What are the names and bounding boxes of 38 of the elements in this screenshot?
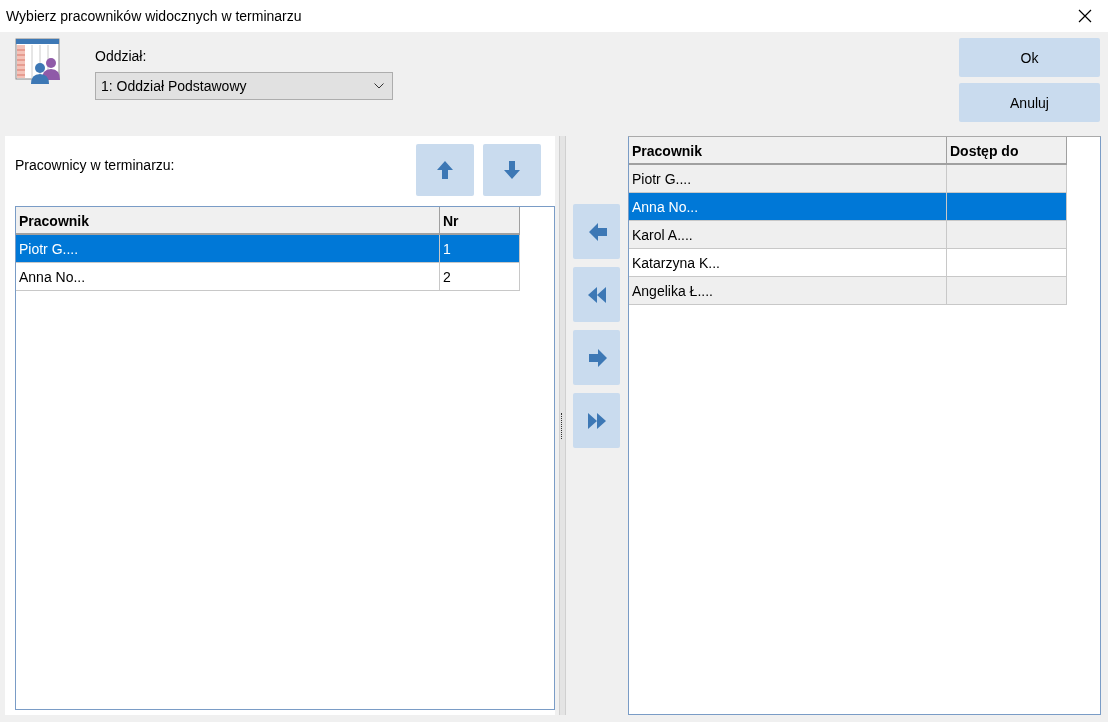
add-button[interactable] (573, 204, 620, 259)
up-arrow-icon (435, 159, 455, 181)
right-arrow-icon (586, 346, 607, 369)
column-header[interactable]: Pracownik (629, 137, 947, 165)
table-row[interactable]: Karol A.... (629, 221, 1100, 249)
remove-button[interactable] (573, 330, 620, 385)
table-row[interactable]: Anna No... (629, 193, 1100, 221)
close-icon[interactable] (1078, 9, 1092, 23)
table-cell: Anna No... (16, 263, 440, 291)
remove-all-button[interactable] (573, 393, 620, 448)
column-header[interactable]: Dostęp do (947, 137, 1067, 165)
table-cell: Anna No... (629, 193, 947, 221)
table-row[interactable]: Angelika Ł.... (629, 277, 1100, 305)
table-cell: Angelika Ł.... (629, 277, 947, 305)
column-header[interactable]: Nr (440, 207, 520, 235)
table-cell: 1 (440, 235, 520, 263)
ok-button[interactable]: Ok (959, 38, 1100, 77)
table-row[interactable]: Piotr G.... (629, 165, 1100, 193)
down-arrow-icon (502, 159, 522, 181)
table-row[interactable]: Piotr G.... 1 (16, 235, 554, 263)
employees-table-icon (15, 38, 61, 84)
department-label: Oddział: (95, 48, 148, 64)
list-label: Pracownicy w terminarzu: (15, 157, 175, 173)
table-row[interactable]: Anna No... 2 (16, 263, 554, 291)
window-title: Wybierz pracowników widocznych w terminarzu (6, 8, 302, 24)
move-up-button[interactable] (416, 144, 474, 196)
chevron-down-icon (374, 83, 384, 89)
table-cell: Katarzyna K... (629, 249, 947, 277)
department-dropdown[interactable]: 1: Oddział Podstawowy (95, 72, 393, 100)
table-cell: Piotr G.... (16, 235, 440, 263)
table-cell: Karol A.... (629, 221, 947, 249)
table-cell: Piotr G.... (629, 165, 947, 193)
table-cell: 2 (440, 263, 520, 291)
column-header[interactable]: Pracownik (16, 207, 440, 235)
table-row[interactable]: Katarzyna K... (629, 249, 1100, 277)
move-down-button[interactable] (483, 144, 541, 196)
add-all-button[interactable] (573, 267, 620, 322)
cancel-button[interactable]: Anuluj (959, 83, 1100, 122)
